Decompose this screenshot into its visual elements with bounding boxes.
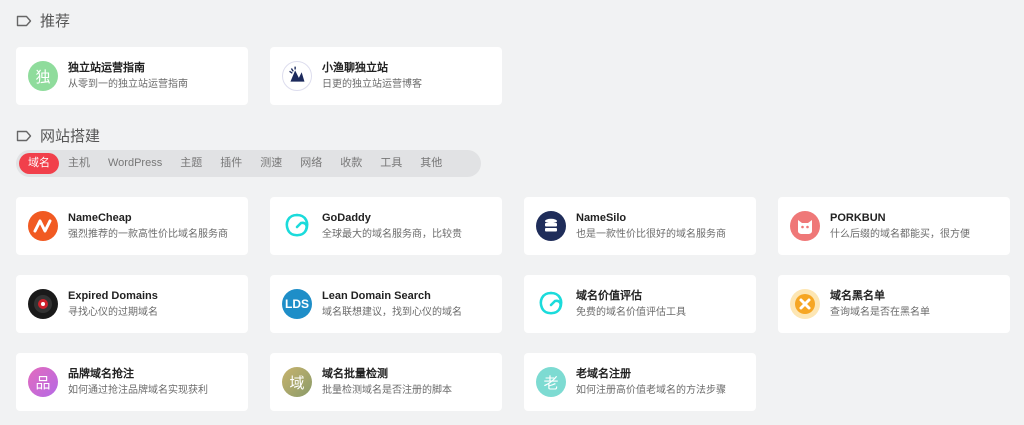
card-brand-domain[interactable]: 品 品牌域名抢注 如何通过抢注品牌域名实现获利 (16, 353, 248, 411)
tab-plugin[interactable]: 插件 (211, 153, 251, 174)
card-desc: 批量检测域名是否注册的脚本 (322, 384, 452, 396)
card-desc: 日更的独立站运营博客 (322, 78, 422, 90)
card-desc: 强烈推荐的一款高性价比域名服务商 (68, 228, 228, 240)
tab-speedtest[interactable]: 测速 (251, 153, 291, 174)
card-expired-domains[interactable]: Expired Domains 寻找心仪的过期域名 (16, 275, 248, 333)
card-desc: 也是一款性价比很好的域名服务商 (576, 228, 726, 240)
card-desc: 查询域名是否在黑名单 (830, 306, 930, 318)
card-old-domain[interactable]: 老 老域名注册 如何注册高价值老域名的方法步骤 (524, 353, 756, 411)
card-godaddy[interactable]: GoDaddy 全球最大的域名服务商，比较贵 (270, 197, 502, 255)
section-title-recommend: 推荐 (16, 10, 70, 31)
tab-other[interactable]: 其他 (411, 153, 451, 174)
card-desc: 如何通过抢注品牌域名实现获利 (68, 384, 208, 396)
card-domain-value[interactable]: 域名价值评估 免费的域名价值评估工具 (524, 275, 756, 333)
tab-tools[interactable]: 工具 (371, 153, 411, 174)
section-title-text: 网站搭建 (40, 128, 101, 145)
card-name: Expired Domains (68, 289, 158, 302)
card-name: 品牌域名抢注 (68, 367, 134, 380)
lean-domain-search-logo: LDS (282, 289, 312, 319)
old-domain-logo: 老 (536, 367, 566, 397)
section-title-site-build: 网站搭建 (16, 125, 100, 146)
porkbun-logo (790, 211, 820, 241)
card-du-li-zhan[interactable]: 独 独立站运营指南 从零到一的独立站运营指南 (16, 47, 248, 105)
category-tabs: 域名 主机 WordPress 主题 插件 测速 网络 收款 工具 其他 (16, 150, 481, 177)
card-name: 域名批量检测 (322, 367, 388, 380)
xiaoyu-logo (282, 61, 312, 91)
card-name: 域名黑名单 (830, 289, 885, 302)
card-batch-check[interactable]: 域 域名批量检测 批量检测域名是否注册的脚本 (270, 353, 502, 411)
namesilo-logo (536, 211, 566, 241)
tab-payment[interactable]: 收款 (331, 153, 371, 174)
card-desc: 免费的域名价值评估工具 (576, 306, 686, 318)
expired-domains-logo (28, 289, 58, 319)
tab-theme[interactable]: 主题 (171, 153, 211, 174)
tab-host[interactable]: 主机 (59, 153, 99, 174)
card-name: 小渔聊独立站 (322, 61, 388, 74)
card-namesilo[interactable]: NameSilo 也是一款性价比很好的域名服务商 (524, 197, 756, 255)
card-xiaoyu[interactable]: 小渔聊独立站 日更的独立站运营博客 (270, 47, 502, 105)
card-name: PORKBUN (830, 211, 886, 224)
godaddy-logo (282, 211, 312, 241)
card-name: NameCheap (68, 211, 132, 224)
card-name: GoDaddy (322, 211, 371, 224)
batch-check-logo: 域 (282, 367, 312, 397)
card-desc: 全球最大的域名服务商，比较贵 (322, 228, 462, 240)
card-name: Lean Domain Search (322, 289, 431, 302)
card-name: 域名价值评估 (576, 289, 642, 302)
namecheap-logo (28, 211, 58, 241)
tag-icon (16, 130, 32, 141)
card-desc: 域名联想建议，找到心仪的域名 (322, 306, 462, 318)
card-namecheap[interactable]: NameCheap 强烈推荐的一款高性价比域名服务商 (16, 197, 248, 255)
card-name: NameSilo (576, 211, 627, 224)
domain-value-logo (536, 289, 566, 319)
card-porkbun[interactable]: PORKBUN 什么后缀的域名都能买，很方便 (778, 197, 1010, 255)
card-lean-domain-search[interactable]: LDS Lean Domain Search 域名联想建议，找到心仪的域名 (270, 275, 502, 333)
domain-blacklist-logo (790, 289, 820, 319)
card-domain-blacklist[interactable]: 域名黑名单 查询域名是否在黑名单 (778, 275, 1010, 333)
tag-icon (16, 15, 32, 26)
card-name: 独立站运营指南 (68, 61, 145, 74)
card-name: 老域名注册 (576, 367, 631, 380)
brand-domain-logo: 品 (28, 367, 58, 397)
card-desc: 寻找心仪的过期域名 (68, 306, 158, 318)
tab-wordpress[interactable]: WordPress (99, 153, 171, 174)
card-desc: 什么后缀的域名都能买，很方便 (830, 228, 970, 240)
du-char-logo: 独 (28, 61, 58, 91)
tab-network[interactable]: 网络 (291, 153, 331, 174)
tab-domain[interactable]: 域名 (19, 153, 59, 174)
section-title-text: 推荐 (40, 13, 71, 30)
card-desc: 如何注册高价值老域名的方法步骤 (576, 384, 726, 396)
card-desc: 从零到一的独立站运营指南 (68, 78, 188, 90)
